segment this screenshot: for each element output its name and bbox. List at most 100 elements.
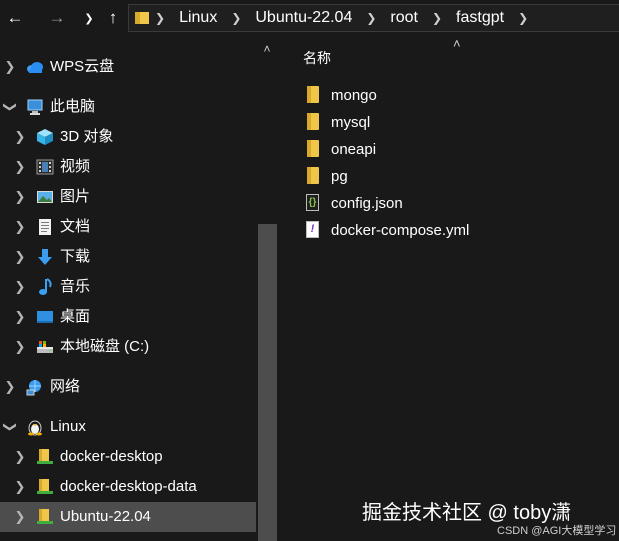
back-arrow-icon[interactable]: ← [2,4,28,32]
sidebar-item-wps-cloud[interactable]: ❯ WPS云盘 [0,52,256,82]
sidebar-item-local-disk-c[interactable]: ❯ 本地磁盘 (C:) [0,332,256,362]
network-icon [26,380,41,396]
expand-chevron-icon[interactable]: ❯ [14,472,26,502]
file-row-mongo[interactable]: mongo [305,82,605,108]
expand-chevron-icon[interactable]: ❯ [14,442,26,472]
sidebar-item-label: 本地磁盘 (C:) [60,338,150,355]
breadcrumb-item-root[interactable]: root [390,9,418,27]
json-file-icon: {} [305,194,321,212]
expand-chevron-icon[interactable]: ❯ [14,212,26,242]
collapse-chevron-icon[interactable]: ❯ [0,101,25,113]
video-icon [36,159,54,175]
linux-folder-icon [37,449,53,464]
expand-chevron-icon[interactable]: ❯ [14,182,26,212]
expand-chevron-icon[interactable]: ❯ [14,502,26,532]
forward-arrow-icon[interactable]: → [44,4,70,32]
expand-chevron-icon[interactable]: ❯ [14,272,26,302]
sidebar-item-3d-objects[interactable]: ❯ 3D 对象 [0,122,256,152]
computer-icon [27,99,43,115]
file-row-docker-compose-yml[interactable]: ! docker-compose.yml [305,217,605,243]
download-icon [38,249,52,265]
file-name: docker-compose.yml [331,221,470,239]
file-list-pane: ˄ 名称 mongo mysql oneapi pg {} config.jso… [279,36,619,541]
folder-icon [305,86,321,104]
folder-icon [305,113,321,131]
desktop-icon [37,311,53,323]
sidebar-item-label: 文档 [60,218,91,235]
breadcrumb-separator-icon[interactable]: ❯ [432,11,442,25]
sidebar-item-label: 音乐 [60,278,91,295]
yml-file-icon: ! [305,221,321,239]
cube-3d-icon [37,129,53,145]
watermark-csdn: CSDN @AGI大模型学习 [497,525,617,537]
sidebar-item-videos[interactable]: ❯ 视频 [0,152,256,182]
sidebar-item-desktop[interactable]: ❯ 桌面 [0,302,256,332]
breadcrumb-item-fastgpt[interactable]: fastgpt [456,9,504,27]
sidebar-item-this-pc[interactable]: ❯ 此电脑 [0,92,256,122]
file-row-mysql[interactable]: mysql [305,109,605,135]
recent-locations-chevron-icon[interactable]: ❯ [76,4,102,32]
navigation-pane: ˄ ❯ WPS云盘 ❯ 此电脑 ❯ 3D 对象 ❯ 视频 ❯ 图片 ❯ 文档 ❯… [0,36,279,541]
breadcrumb-item-ubuntu[interactable]: Ubuntu-22.04 [255,9,352,27]
sidebar-item-label: 3D 对象 [60,128,114,145]
file-row-pg[interactable]: pg [305,163,605,189]
linux-folder-icon [37,479,53,494]
breadcrumb-item-linux[interactable]: Linux [179,9,217,27]
sidebar-item-linux[interactable]: ❯ Linux [0,412,256,442]
sidebar-item-documents[interactable]: ❯ 文档 [0,212,256,242]
music-icon [39,278,52,295]
expand-chevron-icon[interactable]: ❯ [14,332,26,362]
address-bar[interactable]: ❯ Linux ❯ Ubuntu-22.04 ❯ root ❯ fastgpt … [128,4,619,32]
sidebar-item-label: Ubuntu-22.04 [60,508,151,525]
cloud-icon [27,62,43,73]
sidebar-item-label: docker-desktop-data [60,478,197,495]
sidebar-item-downloads[interactable]: ❯ 下载 [0,242,256,272]
collapse-chevron-icon[interactable]: ❯ [0,421,25,433]
sidebar-item-label: docker-desktop [60,448,163,465]
sidebar-item-network[interactable]: ❯ 网络 [0,372,256,402]
sidebar-item-label: 视频 [60,158,91,175]
sidebar-item-ubuntu-22-04[interactable]: ❯ Ubuntu-22.04 [0,502,256,532]
file-name: oneapi [331,140,377,158]
sidebar-item-music[interactable]: ❯ 音乐 [0,272,256,302]
file-row-oneapi[interactable]: oneapi [305,136,605,162]
document-icon [39,219,51,235]
linux-penguin-icon [28,420,42,436]
expand-chevron-icon[interactable]: ❯ [14,152,26,182]
sidebar-item-label: WPS云盘 [50,58,115,75]
file-row-config-json[interactable]: {} config.json [305,190,605,216]
expand-chevron-icon[interactable]: ❯ [4,52,16,82]
breadcrumb-separator-icon[interactable]: ❯ [518,11,528,25]
sidebar-item-label: 此电脑 [50,98,96,115]
expand-chevron-icon[interactable]: ❯ [14,302,26,332]
navigation-bar: ← → ❯ ↑ ❯ Linux ❯ Ubuntu-22.04 ❯ root ❯ … [0,0,619,36]
scroll-up-arrow-icon[interactable]: ˄ [260,42,274,56]
sidebar-item-label: 网络 [50,378,81,395]
sidebar-item-label: 桌面 [60,308,91,325]
column-header-name[interactable]: 名称 [303,48,331,68]
sidebar-item-label: 图片 [60,188,91,205]
navigation-scrollbar[interactable] [258,224,277,541]
file-name: mongo [331,86,377,104]
sidebar-item-docker-desktop[interactable]: ❯ docker-desktop [0,442,256,472]
up-arrow-icon[interactable]: ↑ [100,4,126,32]
expand-chevron-icon[interactable]: ❯ [4,372,16,402]
sidebar-item-pictures[interactable]: ❯ 图片 [0,182,256,212]
linux-folder-icon [37,509,53,524]
sidebar-item-docker-desktop-data[interactable]: ❯ docker-desktop-data [0,472,256,502]
breadcrumb-separator-icon[interactable]: ❯ [366,11,376,25]
picture-icon [37,191,53,203]
breadcrumb-separator-icon[interactable]: ❯ [231,11,241,25]
expand-chevron-icon[interactable]: ❯ [14,242,26,272]
file-name: config.json [331,194,403,212]
folder-icon [305,167,321,185]
sort-ascending-icon[interactable]: ˄ [453,36,461,51]
expand-chevron-icon[interactable]: ❯ [14,122,26,152]
breadcrumb: ❯ Linux ❯ Ubuntu-22.04 ❯ root ❯ fastgpt … [155,9,542,27]
sidebar-item-label: Linux [50,418,86,435]
breadcrumb-separator-icon[interactable]: ❯ [155,11,165,25]
sidebar-item-label: 下载 [60,248,91,265]
watermark-juejin: 掘金技术社区 @ toby潇 [362,502,572,524]
drive-icon [37,341,53,353]
folder-icon [305,140,321,158]
